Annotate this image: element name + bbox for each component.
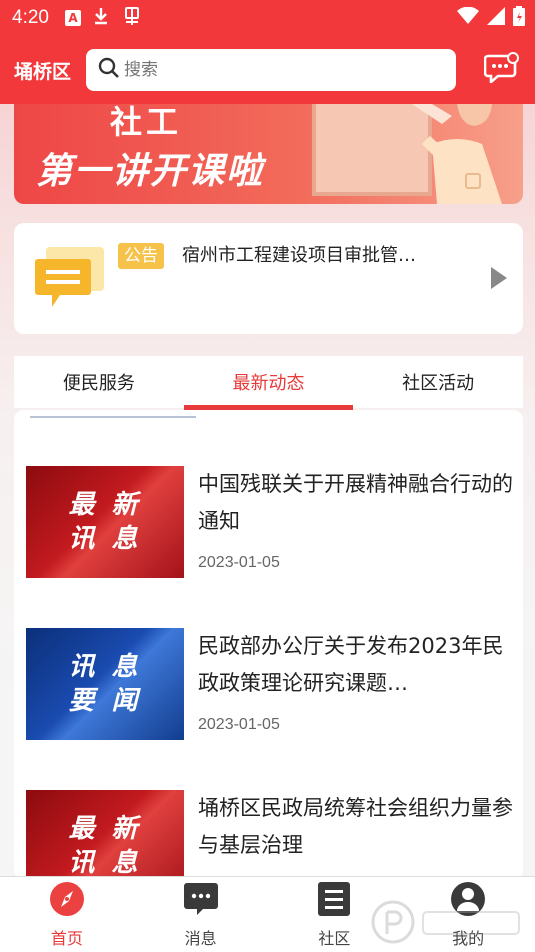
nav-home[interactable]: 首页 bbox=[0, 877, 134, 952]
bug-icon bbox=[121, 5, 143, 31]
status-right-icons bbox=[457, 6, 525, 30]
list-item[interactable]: 最 新 讯 息 埇桥区民政局统筹社会组织力量参与基层治理 bbox=[14, 790, 523, 880]
nav-label: 社区 bbox=[318, 928, 351, 948]
status-time: 4:20 bbox=[12, 7, 49, 28]
news-date: 2023-01-05 bbox=[198, 554, 280, 571]
search-bar[interactable] bbox=[86, 49, 456, 91]
wifi-icon bbox=[457, 6, 479, 29]
banner-line-1: 社工 bbox=[110, 104, 183, 141]
category-tabs: 便民服务 最新动态 社区活动 bbox=[14, 356, 523, 410]
news-title[interactable]: 民政部办公厅关于发布2023年民政政策理论研究课题… bbox=[198, 628, 514, 702]
news-thumbnail: 最 新 讯 息 bbox=[26, 790, 184, 880]
search-icon bbox=[98, 57, 124, 83]
download-icon bbox=[93, 7, 109, 29]
watermark-logo bbox=[371, 900, 520, 944]
a-app-icon: A bbox=[64, 10, 81, 26]
tab-latest-news[interactable]: 最新动态 bbox=[183, 356, 354, 410]
app-header: 埇桥区 bbox=[0, 36, 535, 104]
news-title[interactable]: 中国残联关于开展精神融合行动的通知 bbox=[198, 466, 514, 540]
compass-icon bbox=[49, 881, 85, 921]
news-thumbnail: 讯 息 要 闻 bbox=[26, 628, 184, 740]
signal-icon bbox=[487, 7, 505, 29]
notice-badge: 公告 bbox=[118, 243, 164, 269]
notification-dot bbox=[507, 52, 519, 64]
notice-card[interactable]: 公告 宿州市工程建设项目审批管… bbox=[14, 223, 523, 334]
divider bbox=[30, 416, 196, 418]
chat-icon bbox=[183, 881, 219, 921]
news-date: 2023-01-05 bbox=[198, 716, 280, 733]
news-thumbnail: 最 新 讯 息 bbox=[26, 466, 184, 578]
banner-line-2: 第一讲开课啦 bbox=[36, 151, 265, 192]
status-left-icons: A bbox=[64, 5, 143, 31]
message-button[interactable] bbox=[481, 50, 521, 90]
thumbnail-caption: 讯 息 要 闻 bbox=[68, 652, 142, 716]
notice-text[interactable]: 宿州市工程建设项目审批管… bbox=[182, 243, 416, 269]
chevron-right-icon[interactable] bbox=[491, 267, 507, 293]
tab-convenience-services[interactable]: 便民服务 bbox=[14, 356, 184, 408]
district-selector[interactable]: 埇桥区 bbox=[14, 57, 86, 84]
list-item[interactable]: 最 新 讯 息 中国残联关于开展精神融合行动的通知 2023-01-05 bbox=[14, 466, 523, 596]
nav-messages[interactable]: 消息 bbox=[134, 877, 268, 952]
battery-icon bbox=[513, 6, 525, 30]
list-item[interactable]: 讯 息 要 闻 民政部办公厅关于发布2023年民政政策理论研究课题… 2023-… bbox=[14, 628, 523, 758]
status-bar: 4:20 A bbox=[0, 0, 535, 36]
nav-label: 消息 bbox=[184, 928, 217, 948]
promo-banner[interactable]: 社工 第一讲开课啦 bbox=[14, 104, 523, 204]
bottom-navigation: 首页 消息 社区 我的 bbox=[0, 876, 535, 952]
list-icon bbox=[316, 881, 352, 921]
person-illustration bbox=[412, 104, 502, 204]
search-input[interactable] bbox=[124, 60, 424, 80]
thumbnail-caption: 最 新 讯 息 bbox=[68, 814, 142, 878]
nav-label: 首页 bbox=[50, 928, 83, 948]
announcement-icon bbox=[34, 245, 106, 317]
thumbnail-caption: 最 新 讯 息 bbox=[68, 490, 142, 554]
news-title[interactable]: 埇桥区民政局统筹社会组织力量参与基层治理 bbox=[198, 790, 514, 864]
news-list: 最 新 讯 息 中国残联关于开展精神融合行动的通知 2023-01-05 讯 息… bbox=[14, 410, 523, 880]
tab-community-activities[interactable]: 社区活动 bbox=[353, 356, 523, 408]
